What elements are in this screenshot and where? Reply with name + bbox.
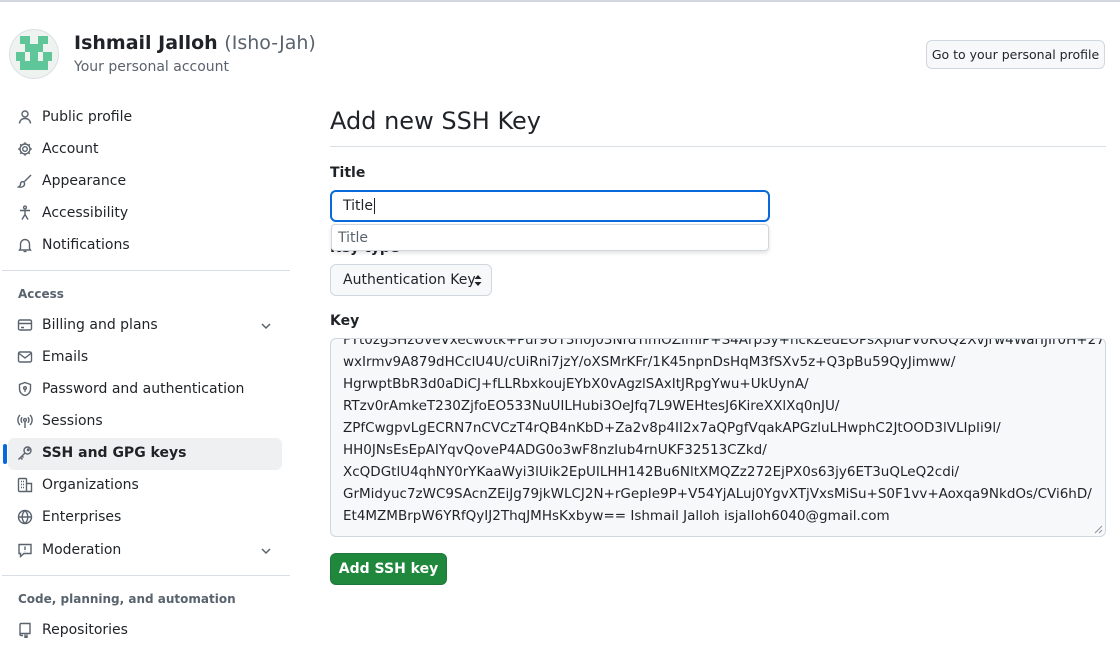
key-text: FYt0zgSHzUveVxecw0tk+Pur9UT3n0j03NrdYimO… (343, 338, 1106, 527)
sidebar-item-label: Notifications (42, 237, 130, 253)
account-handle: (Isho-Jah) (224, 32, 316, 54)
sidebar-item-enterprises[interactable]: Enterprises (8, 502, 282, 534)
person-icon (17, 109, 34, 126)
key-line: GrMidyuc7zWC9SAcnZEiJg79jkWLCJ2N+rGepIe9… (343, 486, 1092, 502)
sidebar-item-label: Emails (42, 349, 89, 365)
key-line: XcQDGtlU4qhNY0rYKaaWyi3lUik2EpUILHH142Bu… (343, 464, 960, 480)
sidebar-item-label: Account (42, 141, 99, 157)
broadcast-icon (17, 413, 34, 430)
account-name: Ishmail Jalloh (Isho-Jah) (74, 32, 316, 54)
sidebar-item-label: Appearance (42, 173, 127, 189)
page-title: Add new SSH Key (330, 107, 541, 135)
account-name-text: Ishmail Jalloh (74, 32, 218, 54)
bell-icon (17, 237, 34, 254)
sidebar-item-label: Repositories (42, 622, 128, 638)
shield-lock-icon (17, 381, 34, 398)
key-line: Et4MZMBrpW6YRfQyIJ2ThqJMHsKxbyw== Ishmai… (343, 508, 890, 524)
key-icon (17, 445, 34, 462)
sidebar-heading-access: Access (18, 287, 64, 301)
gear-icon (17, 141, 34, 158)
sidebar-item-account[interactable]: Account (8, 134, 282, 166)
sidebar-item-moderation[interactable]: Moderation (8, 535, 282, 567)
sidebar-divider (2, 575, 290, 576)
avatar[interactable] (9, 29, 59, 79)
globe-icon (17, 509, 34, 526)
sidebar-item-label: SSH and GPG keys (42, 445, 187, 461)
repo-icon (17, 622, 34, 639)
title-input[interactable]: Title (330, 190, 770, 222)
account-subtitle: Your personal account (74, 59, 230, 75)
text-caret (374, 198, 376, 214)
key-line: wxIrmv9A879dHCclU4U/cUiRni7jzY/oXSMrKFr/… (343, 354, 956, 370)
go-to-profile-button[interactable]: Go to your personal profile (926, 40, 1105, 69)
sidebar-item-label: Sessions (42, 413, 103, 429)
sidebar-item-emails[interactable]: Emails (8, 342, 282, 374)
key-type-select[interactable]: Authentication Key (330, 264, 492, 296)
sidebar-item-organizations[interactable]: Organizations (8, 470, 282, 502)
resize-grip-icon[interactable] (1093, 524, 1103, 534)
sidebar-item-appearance[interactable]: Appearance (8, 166, 282, 198)
paintbrush-icon (17, 173, 34, 190)
key-line: HH0JNsEsEpAIYqvQoveP4ADG0o3wF8nzIub4rnUK… (343, 442, 767, 458)
key-textarea[interactable]: FYt0zgSHzUveVxecw0tk+Pur9UT3n0j03NrdYimO… (330, 338, 1106, 537)
chevron-down-icon[interactable] (259, 544, 273, 558)
report-icon (17, 542, 34, 559)
key-line: FYt0zgSHzUveVxecw0tk+Pur9UT3n0j03NrdYimO… (343, 338, 1106, 348)
select-arrows-icon (473, 273, 483, 288)
key-type-value: Authentication Key (343, 272, 476, 288)
key-line: HgrwptBbR3d0aDiCJ+fLLRbxkoujEYbX0vAgzlSA… (343, 376, 809, 392)
title-input-value: Title (343, 198, 374, 214)
sidebar-heading-code: Code, planning, and automation (18, 592, 236, 606)
key-line: ZPfCwgpvLgECRN7nCVCzT4rQB4nKbD+Za2v8p4II… (343, 420, 1001, 436)
sidebar-item-password-auth[interactable]: Password and authentication (8, 374, 282, 406)
sidebar-item-sessions[interactable]: Sessions (8, 406, 282, 438)
chevron-down-icon[interactable] (259, 319, 273, 333)
sidebar-item-repositories[interactable]: Repositories (8, 615, 282, 647)
sidebar-item-label: Billing and plans (42, 317, 158, 333)
sidebar-item-label: Password and authentication (42, 381, 245, 397)
sidebar-item-label: Enterprises (42, 509, 122, 525)
key-label: Key (330, 313, 360, 329)
heading-divider (330, 146, 1106, 147)
autocomplete-suggestion[interactable]: Title (338, 230, 368, 246)
identicon-icon (10, 30, 58, 78)
organization-icon (17, 477, 34, 494)
top-border (0, 0, 1120, 2)
sidebar-item-billing[interactable]: Billing and plans (8, 310, 282, 342)
sidebar-item-label: Public profile (42, 109, 133, 125)
key-line: RTzv0rAmkeT230ZjfoEO533NuUILHubi3OeJfq7L… (343, 398, 840, 414)
active-indicator (3, 444, 7, 464)
sidebar-item-label: Organizations (42, 477, 139, 493)
sidebar-divider (2, 270, 290, 271)
sidebar-item-label: Moderation (42, 542, 122, 558)
sidebar-item-accessibility[interactable]: Accessibility (8, 198, 282, 230)
sidebar-item-label: Accessibility (42, 205, 129, 221)
accessibility-icon (17, 205, 34, 222)
add-ssh-key-button[interactable]: Add SSH key (330, 553, 447, 585)
sidebar-item-notifications[interactable]: Notifications (8, 230, 282, 262)
sidebar-item-ssh-gpg-keys[interactable]: SSH and GPG keys (3, 438, 282, 470)
credit-card-icon (17, 317, 34, 334)
mail-icon (17, 349, 34, 366)
autocomplete-dropdown[interactable]: Title (331, 224, 769, 251)
title-label: Title (330, 165, 366, 181)
sidebar-item-public-profile[interactable]: Public profile (8, 102, 282, 134)
